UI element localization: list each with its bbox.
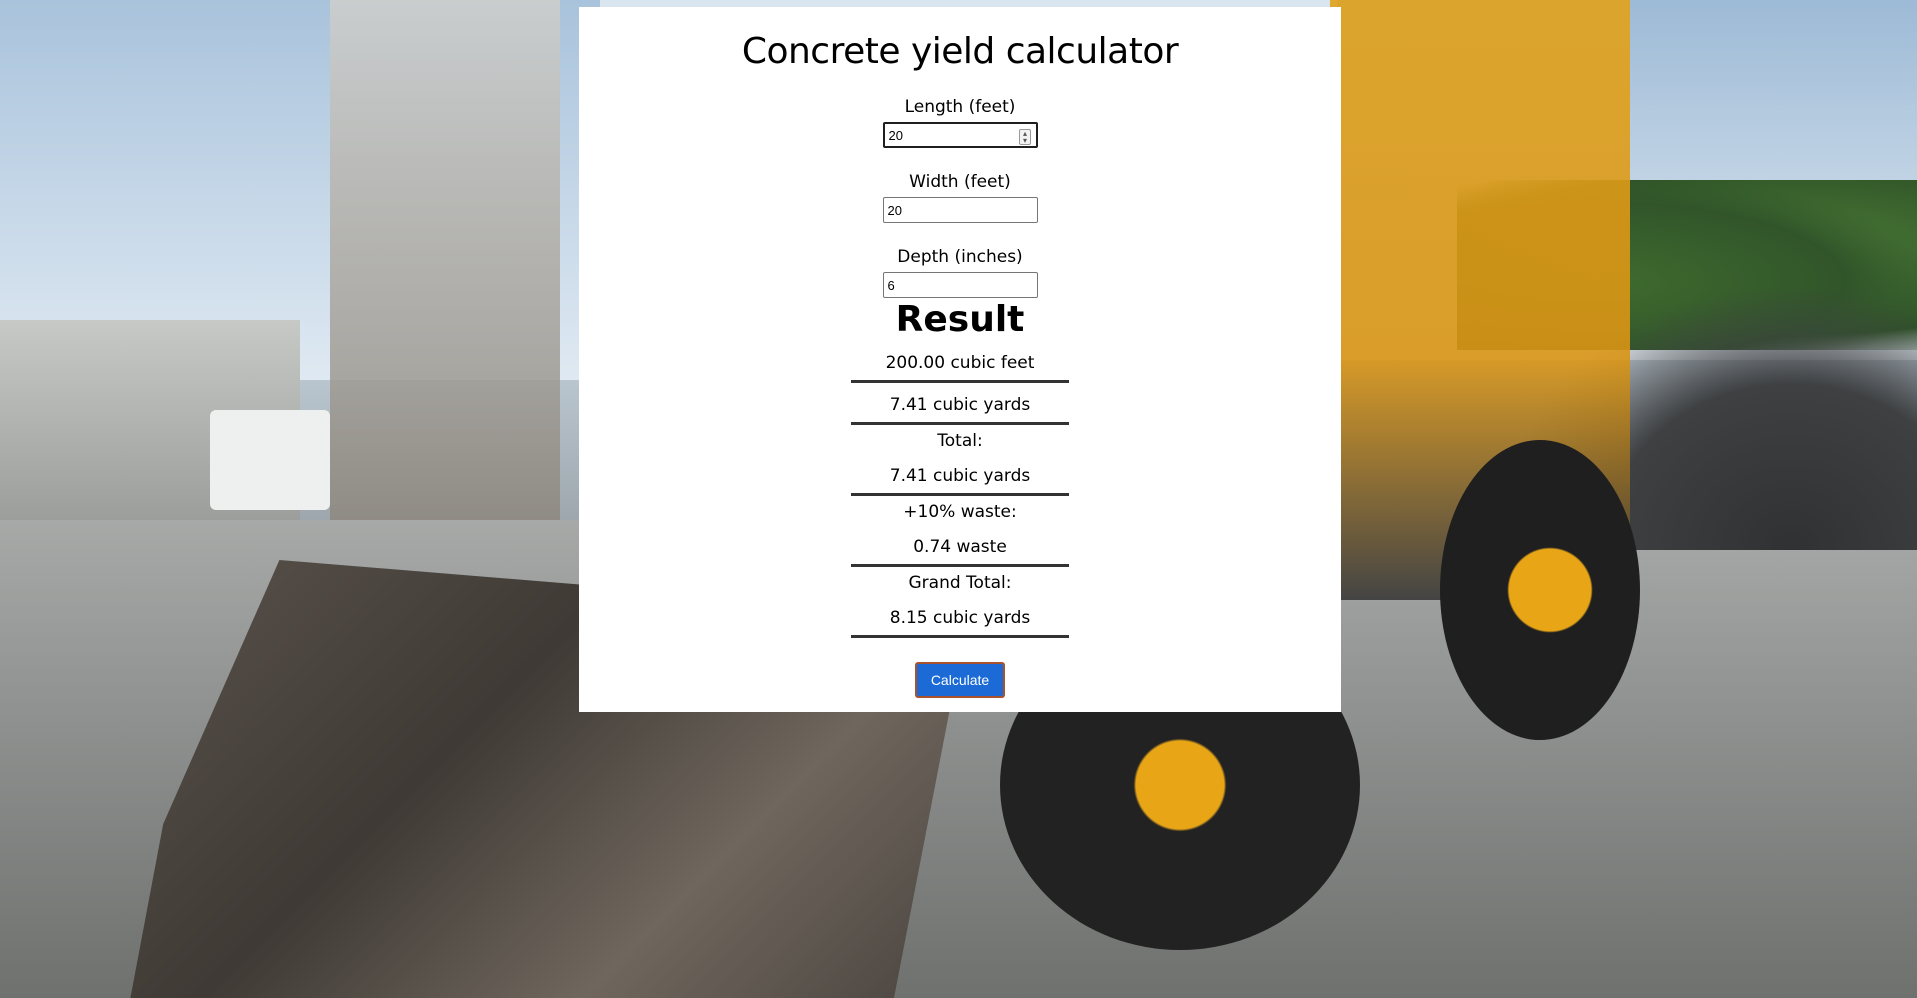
width-input[interactable] [882,197,1038,223]
width-label: Width (feet) [909,172,1011,192]
width-field-group: Width (feet) [579,172,1341,223]
total-value: 7.41 cubic yards [889,466,1031,486]
depth-label: Depth (inches) [897,247,1023,267]
divider [851,564,1069,567]
calculate-button[interactable]: Calculate [915,662,1005,698]
spinner-icon[interactable]: ▴ ▾ [1019,129,1031,145]
depth-field-group: Depth (inches) [579,247,1341,298]
pickup-truck [210,410,330,510]
divider [851,635,1069,638]
result-heading: Result [895,299,1025,340]
divider [851,422,1069,425]
divider [851,493,1069,496]
waste-label: +10% waste: [903,502,1017,522]
total-label: Total: [937,431,983,451]
grand-total-label: Grand Total: [908,573,1012,593]
divider [851,380,1069,383]
length-input[interactable] [882,122,1038,148]
length-field-group: Length (feet) ▴▾ [579,97,1341,148]
length-label: Length (feet) [904,97,1016,117]
page-title: Concrete yield calculator [741,31,1179,72]
concrete-plant [330,0,560,520]
waste-value: 0.74 waste [913,537,1007,557]
grand-total-value: 8.15 cubic yards [889,608,1031,628]
cubic-yards-value: 7.41 cubic yards [889,395,1031,415]
loader-rear-tire [1440,440,1640,740]
cubic-feet-value: 200.00 cubic feet [885,353,1035,373]
calculator-card: Concrete yield calculator Length (feet) … [579,7,1341,712]
depth-input[interactable] [882,272,1038,298]
